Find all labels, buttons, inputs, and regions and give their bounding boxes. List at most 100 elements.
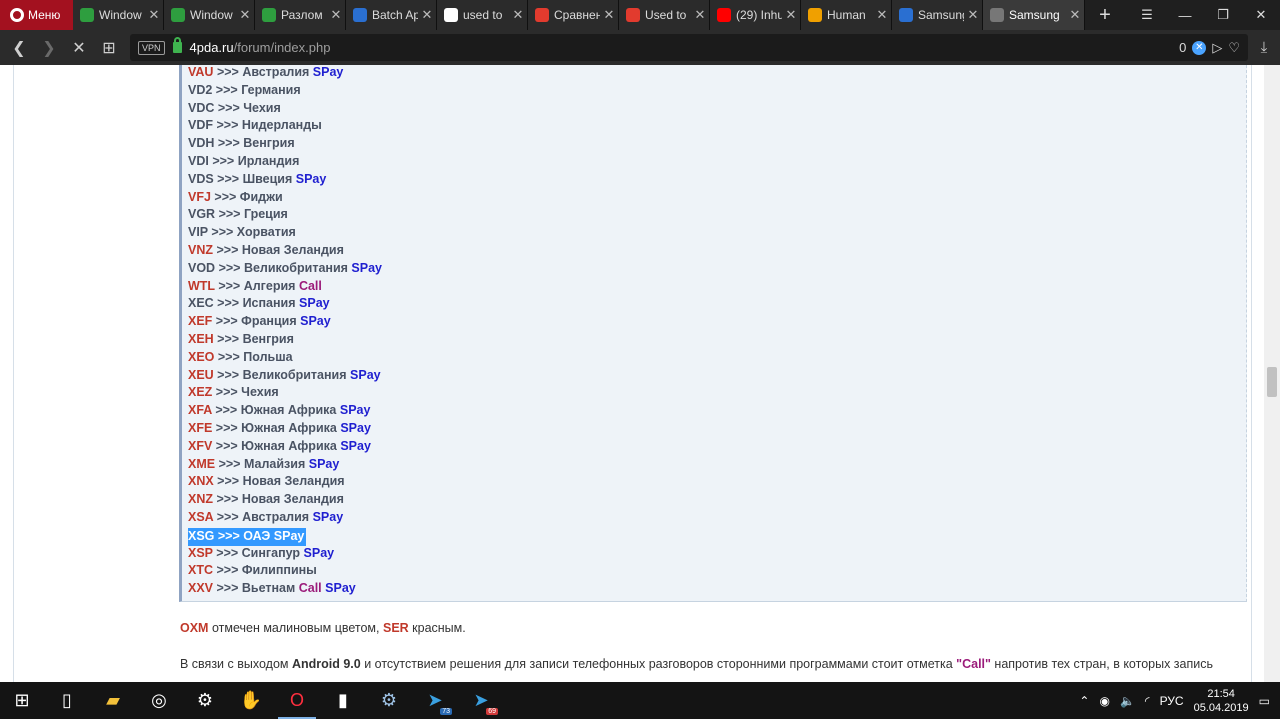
close-window-button[interactable]: ✕ [1242,0,1280,30]
browser-tab[interactable]: Разлом ✕ [255,0,346,30]
para-text-1: В связи с выходом [180,657,292,671]
csc-row: XEO >>> Польша [188,349,382,367]
lock-icon[interactable] [172,37,182,53]
app-glove-icon[interactable]: ✋ [228,682,274,719]
browser-tab[interactable]: Samsung ✕ [892,0,983,30]
browser-tab[interactable]: (29) Inhu ✕ [710,0,801,30]
telegram-icon-1[interactable]: ➤ 73 [412,682,458,719]
tab-close-icon[interactable]: ✕ [691,7,709,23]
spay-tag: SPay [339,403,371,418]
forward-button[interactable]: ❯ [34,30,64,65]
tab-favicon-icon [717,8,731,22]
browser-tab[interactable]: Batch Ap ✕ [346,0,437,30]
notifications-icon[interactable]: ▭ [1259,694,1270,708]
tab-close-icon[interactable]: ✕ [964,7,982,23]
send-icon[interactable]: ▷ [1212,40,1222,56]
network-icon[interactable]: ◉ [1099,694,1109,708]
csc-code: VFJ [188,189,211,204]
tab-close-icon[interactable]: ✕ [782,7,800,23]
task-view-icon[interactable]: ▯ [44,682,90,719]
tab-close-icon[interactable]: ✕ [509,7,527,23]
new-tab-button[interactable]: + [1085,0,1125,30]
csc-code: XME [188,456,216,471]
wifi-icon[interactable]: ◜ [1145,694,1150,708]
csc-code: XNX [188,474,214,489]
bookmark-heart-icon[interactable]: ♡ [1228,40,1240,56]
spay-tag: SPay [351,260,383,275]
tab-close-icon[interactable]: ✕ [327,7,345,23]
tab-favicon-icon [535,8,549,22]
speed-dial-icon[interactable]: ⊞ [94,30,124,65]
csc-code: WTL [188,278,215,293]
csc-row: VIP >>> Хорватия [188,224,382,242]
tab-bar: Меню Window ✕ Window ✕ Разлом ✕ Batch Ap ✕ used … [0,0,1280,30]
csc-row: XFA >>> Южная Африка SPay [188,402,382,420]
tab-close-icon[interactable]: ✕ [600,7,618,23]
tab-title: Разлом [281,8,323,22]
csc-code: XXV [188,581,214,596]
browser-tab[interactable]: Human ✕ [801,0,892,30]
file-explorer-icon[interactable]: ▰ [90,682,136,719]
spay-tag: SPay [299,296,330,311]
maximize-button[interactable]: ❐ [1204,0,1242,30]
vpn-badge[interactable]: VPN [138,40,165,55]
download-icon[interactable]: ⤓ [1248,30,1280,65]
note-text-2: красным. [408,621,466,635]
csc-row: XEC >>> Испания SPay [188,295,382,313]
browser-tab[interactable]: Window ✕ [164,0,255,30]
volume-icon[interactable]: 🔈 [1120,694,1135,708]
scrollbar-thumb[interactable] [1267,367,1277,397]
row-arrow: >>> [213,65,243,79]
csc-code: XFE [188,420,213,435]
back-button[interactable]: ❮ [4,30,34,65]
csc-row: VOD >>> Великобритания SPay [188,260,382,278]
para-call: "Call" [956,657,991,671]
row-arrow: >>> [213,118,242,133]
csc-code: VIP [188,225,208,240]
browser-tab[interactable]: Samsung ✕ [983,0,1085,30]
browser-tab[interactable]: Used to ✕ [619,0,710,30]
tab-title: (29) Inhu [736,8,782,22]
telegram-icon-2[interactable]: ➤ 69 [458,682,504,719]
settings-gear-icon[interactable]: ⚙ [182,682,228,719]
tab-title: Window [190,8,233,22]
csc-row: XEU >>> Великобритания SPay [188,367,382,385]
android-paragraph: В связи с выходом Android 9.0 и отсутств… [180,656,1245,673]
opera-taskbar-icon[interactable]: O [274,682,320,719]
tab-menu-icon[interactable]: ☰ [1128,0,1166,30]
tab-close-icon[interactable]: ✕ [236,7,254,23]
steam-icon[interactable]: ⚙ [366,682,412,719]
app-circle-icon[interactable]: ◎ [136,682,182,719]
tab-close-icon[interactable]: ✕ [1066,7,1084,23]
tab-title: Samsung [1009,8,1060,22]
row-arrow: >>> [215,456,244,471]
row-arrow: >>> [212,438,242,453]
opera-menu-button[interactable]: Меню [0,0,73,30]
country-name: Фиджи [239,189,283,204]
windows-start-icon[interactable]: ⊞ [0,682,44,719]
tab-favicon-icon [444,8,458,22]
spay-tag: SPay [350,367,381,382]
input-language[interactable]: РУС [1160,694,1184,708]
minimize-button[interactable]: — [1166,0,1204,30]
stop-loading-button[interactable]: ✕ [64,30,94,65]
csc-row: XEF >>> Франция SPay [188,313,382,331]
tab-title: Used to [645,8,687,22]
address-bar[interactable]: VPN 4pda.ru/forum/index.php 0 ✕ ▷ ♡ [130,34,1248,61]
csc-code: XEO [188,349,215,364]
csc-row: VDH >>> Венгрия [188,135,382,153]
browser-tab[interactable]: used to ✕ [437,0,528,30]
clock[interactable]: 21:54 05.04.2019 [1194,687,1249,715]
adblock-icon[interactable]: ✕ [1192,40,1207,55]
tab-close-icon[interactable]: ✕ [873,7,891,23]
country-name: Хорватия [236,225,296,240]
url-text[interactable]: 4pda.ru/forum/index.php [190,40,331,55]
browser-tab[interactable]: Сравнен ✕ [528,0,619,30]
vertical-scrollbar[interactable] [1264,65,1280,682]
legend-note: OXM отмечен малиновым цветом, SER красны… [180,621,466,635]
tab-close-icon[interactable]: ✕ [418,7,436,23]
tray-expand-icon[interactable]: ⌃ [1079,694,1089,708]
tab-close-icon[interactable]: ✕ [145,7,163,23]
phone-icon[interactable]: ▮ [320,682,366,719]
browser-tab[interactable]: Window ✕ [73,0,164,30]
